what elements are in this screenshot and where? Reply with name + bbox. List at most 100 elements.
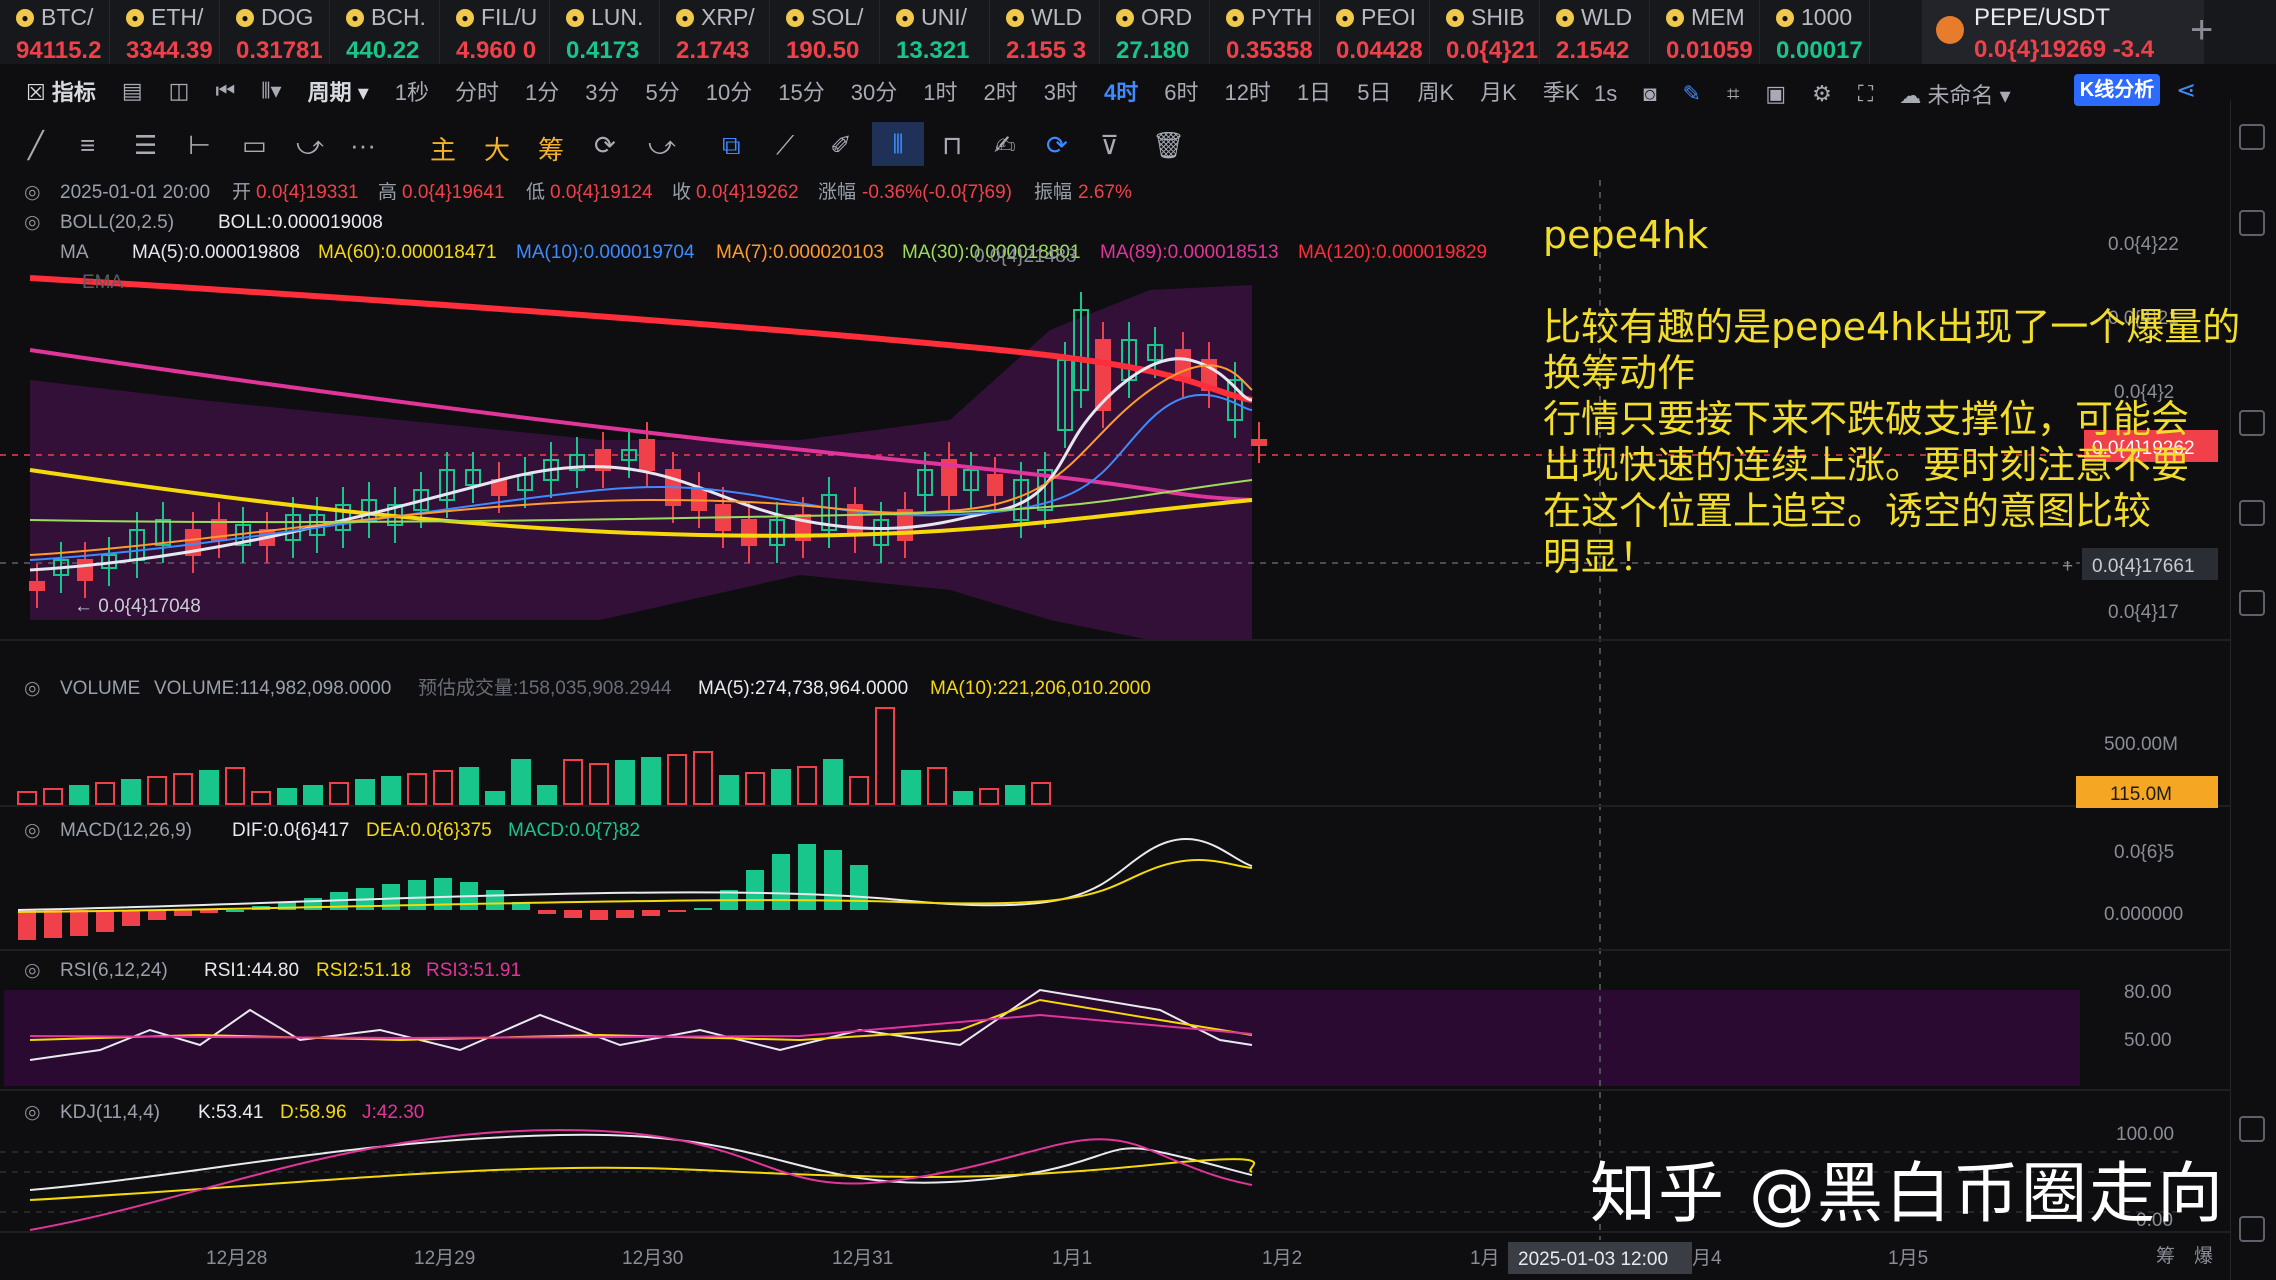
interval-18[interactable]: 季K bbox=[1543, 75, 1580, 107]
copy-icon[interactable]: ⧉ bbox=[722, 130, 741, 162]
share-icon[interactable]: ⋖ bbox=[2176, 76, 2196, 105]
interval-6[interactable]: 15分 bbox=[778, 75, 824, 107]
chip-draw-icon[interactable]: ⤻ bbox=[648, 130, 676, 162]
ticker-item[interactable]: ● SOL/190.50 bbox=[770, 0, 880, 64]
macd-value: MACD:0.0{7}82 bbox=[508, 820, 640, 841]
macd-bar bbox=[226, 910, 244, 912]
interval-8[interactable]: 1时 bbox=[923, 75, 957, 107]
ticker-price: 0.01059 bbox=[1666, 37, 1753, 64]
filter-icon[interactable]: ⊽ bbox=[1100, 130, 1119, 161]
interval-7[interactable]: 30分 bbox=[851, 75, 897, 107]
kdj-label: KDJ(11,4,4) bbox=[60, 1102, 160, 1123]
interval-15[interactable]: 5日 bbox=[1357, 75, 1391, 107]
note-icon[interactable]: ✍ bbox=[994, 130, 1016, 161]
macd-collapse-icon[interactable]: ◎ bbox=[24, 820, 41, 841]
period-dropdown[interactable]: 周期 ▾ bbox=[308, 75, 369, 107]
ticker-item[interactable]: ● PEOI 0.04428 bbox=[1320, 0, 1430, 64]
ticker-item[interactable]: ● PYTH 0.35358 bbox=[1210, 0, 1320, 64]
fullscreen-icon[interactable]: ⛶ bbox=[1858, 81, 1873, 107]
sidebar-book-icon[interactable] bbox=[2239, 1116, 2265, 1142]
ticker-item[interactable]: ● FIL/U 4.960 0 bbox=[440, 0, 550, 64]
layout-icon[interactable]: ◫ bbox=[169, 78, 190, 104]
line-tool-icon[interactable]: ╱ bbox=[28, 130, 44, 161]
interval-2[interactable]: 1分 bbox=[525, 75, 559, 107]
rewind-icon[interactable]: ⏮ bbox=[215, 78, 235, 104]
candle-type-icon[interactable]: ⫴▾ bbox=[261, 78, 281, 104]
time-axis-label: 12月31 bbox=[832, 1248, 893, 1269]
ticker-item[interactable]: ● BCH. 440.22 bbox=[330, 0, 440, 64]
ticker-name: ● WLD bbox=[1556, 4, 1649, 31]
volume-bar bbox=[823, 759, 843, 805]
interval-1[interactable]: 分时 bbox=[455, 75, 499, 107]
indicator-button[interactable]: ☒ 指标 bbox=[26, 75, 96, 107]
calendar-icon[interactable]: ▤ bbox=[122, 78, 143, 104]
ticker-item[interactable]: ● ETH/3344.39 bbox=[110, 0, 220, 64]
volume-collapse-icon[interactable]: ◎ bbox=[24, 678, 41, 699]
hlines-tool-icon[interactable]: ≡ bbox=[80, 130, 95, 161]
magnet-icon[interactable]: ⟳ bbox=[1046, 130, 1068, 161]
add-ticker-icon[interactable]: + bbox=[2190, 8, 2213, 53]
ticker-name: ● ORD bbox=[1116, 4, 1209, 31]
ticker-item[interactable]: ● MEM 0.01059 bbox=[1650, 0, 1760, 64]
sidebar-grid-icon[interactable] bbox=[2239, 1216, 2265, 1242]
interval-16[interactable]: 周K bbox=[1417, 75, 1454, 107]
big-button[interactable]: 大 bbox=[484, 130, 510, 167]
ticker-item[interactable]: ● DOG 0.31781 bbox=[220, 0, 330, 64]
ticker-item[interactable]: ● 1000 0.00017 bbox=[1760, 0, 1870, 64]
kline-analysis-button[interactable]: K线分析 bbox=[2074, 74, 2160, 106]
interval-10[interactable]: 3时 bbox=[1044, 75, 1078, 107]
rsi-collapse-icon[interactable]: ◎ bbox=[24, 960, 41, 981]
eraser-icon[interactable]: ✐ bbox=[830, 130, 852, 161]
pen-icon[interactable]: ✎ bbox=[1683, 81, 1701, 107]
lock-icon[interactable]: ⊓ bbox=[942, 130, 962, 161]
ticker-item[interactable]: ● ORD 27.180 bbox=[1100, 0, 1210, 64]
chip-edit-icon[interactable]: ⟳ bbox=[594, 130, 616, 161]
ruler-icon[interactable]: ⟋ bbox=[776, 130, 794, 162]
refresh-rate[interactable]: 1s bbox=[1594, 81, 1617, 107]
drawing-toolbar: ╱ ≡ ☰ ⊢ ▭ ⤻ ··· 主 大 筹 ⟳ ⤻ ⧉ ⟋ ✐ ⫴ ⊓ ✍ ⟳ … bbox=[0, 120, 1200, 170]
active-ticker[interactable]: PEPE/USDT 0.0{4}19269 -3.4 bbox=[1922, 0, 2204, 64]
interval-3[interactable]: 3分 bbox=[585, 75, 619, 107]
rect-tool-icon[interactable]: ▭ bbox=[242, 130, 267, 161]
sidebar-download-icon[interactable] bbox=[2239, 590, 2265, 616]
rsi-axis-label: 50.00 bbox=[2124, 1030, 2172, 1051]
ticker-price: 3344.39 bbox=[126, 37, 213, 64]
collapse-icon[interactable]: ◎ bbox=[24, 182, 41, 203]
ticker-item[interactable]: ● UNI/13.321 bbox=[880, 0, 990, 64]
burst-toggle[interactable]: 爆 bbox=[2194, 1245, 2213, 1267]
interval-0[interactable]: 1秒 bbox=[395, 75, 429, 107]
ticker-item[interactable]: ● WLD 2.155 3 bbox=[990, 0, 1100, 64]
camera-icon[interactable]: ◙ bbox=[1643, 81, 1656, 107]
trash-icon[interactable]: 🗑 bbox=[1152, 130, 1185, 161]
settings-icon[interactable]: ⚙ bbox=[1812, 81, 1832, 107]
interval-11[interactable]: 4时 bbox=[1104, 75, 1138, 107]
cloud-layout[interactable]: ☁ 未命名 ▾ bbox=[1899, 78, 2010, 110]
main-button[interactable]: 主 bbox=[430, 130, 456, 167]
more-tools-icon[interactable]: ··· bbox=[350, 130, 376, 161]
sidebar-list-icon[interactable] bbox=[2239, 124, 2265, 150]
wave-tool-icon[interactable]: ⤻ bbox=[296, 130, 324, 162]
interval-4[interactable]: 5分 bbox=[646, 75, 680, 107]
volume-bar bbox=[979, 788, 999, 805]
channel-tool-icon[interactable]: ☰ bbox=[134, 130, 157, 161]
interval-14[interactable]: 1日 bbox=[1297, 75, 1331, 107]
chips-toggle[interactable]: 筹 bbox=[2156, 1245, 2175, 1267]
crop-icon[interactable]: ⌗ bbox=[1727, 81, 1739, 107]
interval-5[interactable]: 10分 bbox=[706, 75, 752, 107]
ticker-item[interactable]: ● XRP/2.1743 bbox=[660, 0, 770, 64]
interval-9[interactable]: 2时 bbox=[983, 75, 1017, 107]
ticker-item[interactable]: ● WLD 2.1542 bbox=[1540, 0, 1650, 64]
hline-tool-icon[interactable]: ⊢ bbox=[188, 130, 211, 161]
interval-12[interactable]: 6时 bbox=[1164, 75, 1198, 107]
chips-button[interactable]: 筹 bbox=[538, 130, 564, 167]
candle-tool-icon[interactable]: ⫴ bbox=[872, 122, 924, 166]
ticker-item[interactable]: ● BTC/94115.2 bbox=[0, 0, 110, 64]
kdj-collapse-icon[interactable]: ◎ bbox=[24, 1102, 41, 1123]
ticker-item[interactable]: ● SHIB 0.0{4}21 bbox=[1430, 0, 1540, 64]
interval-17[interactable]: 月K bbox=[1480, 75, 1517, 107]
ticker-item[interactable]: ● LUN. 0.4173 bbox=[550, 0, 660, 64]
time-axis-label: 1月2 bbox=[1262, 1248, 1302, 1269]
boll-collapse-icon[interactable]: ◎ bbox=[24, 212, 41, 233]
screen-icon[interactable]: ▣ bbox=[1765, 81, 1786, 107]
interval-13[interactable]: 12时 bbox=[1224, 75, 1270, 107]
